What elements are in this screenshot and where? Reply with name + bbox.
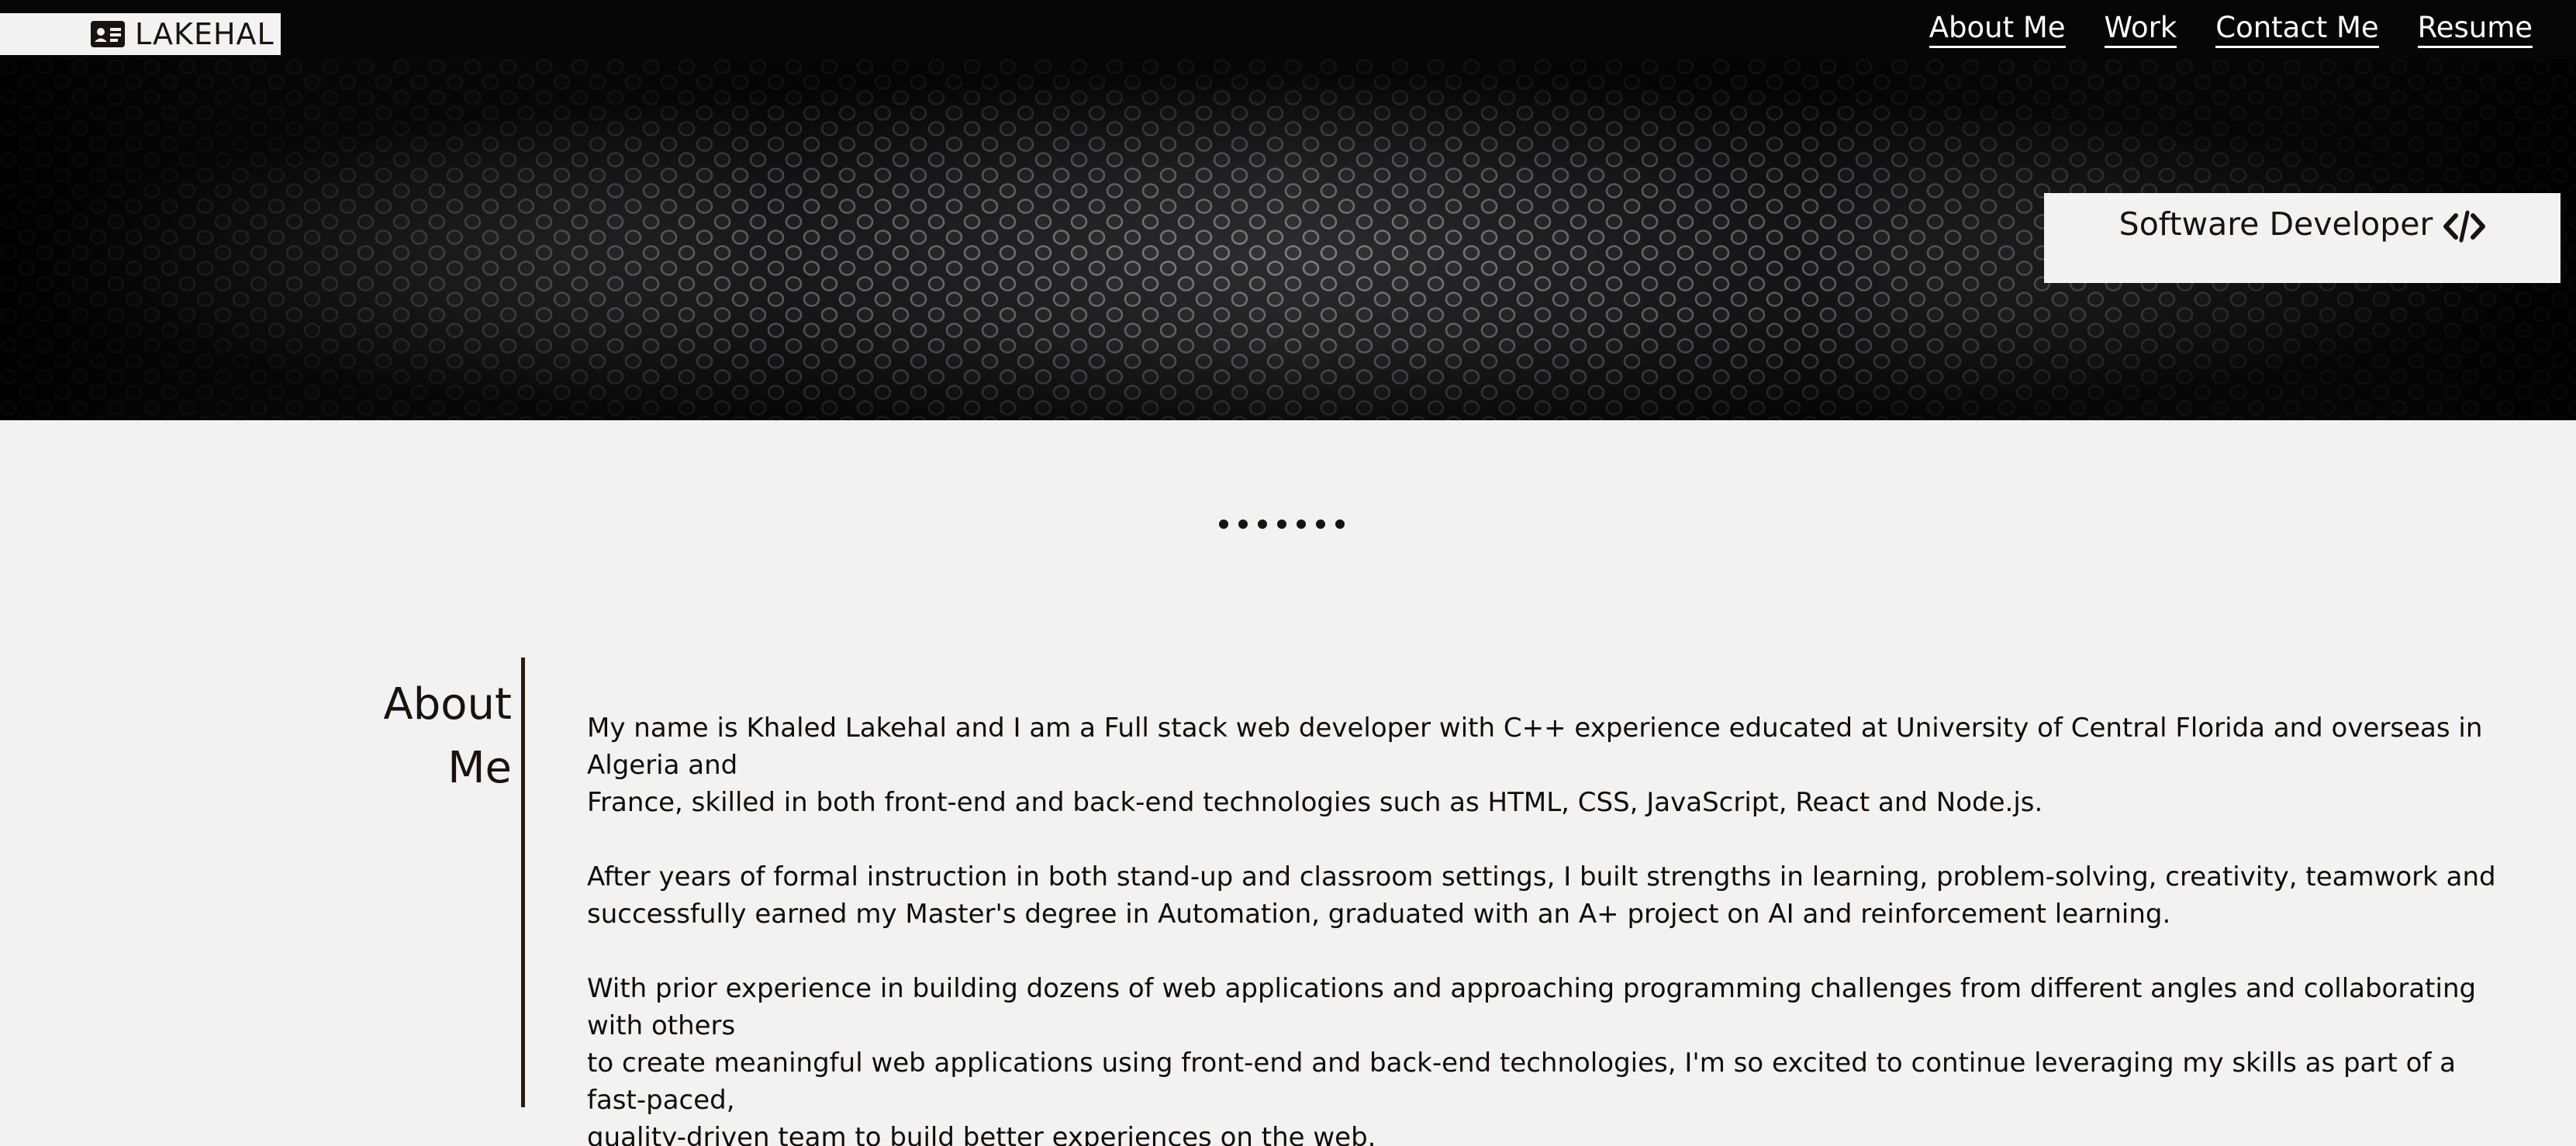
hero-banner: Software Developer <box>0 59 2576 420</box>
code-icon <box>2443 210 2486 243</box>
about-body: My name is Khaled Lakehal and I am a Ful… <box>587 709 2510 1146</box>
brand-name: LAKEHAL <box>135 17 275 51</box>
divider-dot <box>1335 519 1345 529</box>
about-vertical-divider <box>521 658 525 1107</box>
about-heading: About Me <box>383 679 512 793</box>
job-title-text: Software Developer <box>2118 205 2433 243</box>
id-card-icon <box>91 21 125 47</box>
section-divider-dots <box>1219 519 1345 529</box>
nav-link-about-me[interactable]: About Me <box>1929 12 2066 48</box>
nav-link-work[interactable]: Work <box>2104 12 2177 48</box>
job-title-badge: Software Developer <box>2044 193 2560 283</box>
brand-logo[interactable]: LAKEHAL <box>0 13 281 55</box>
about-paragraph: After years of formal instruction in bot… <box>587 861 2496 930</box>
divider-dot <box>1258 519 1267 529</box>
about-paragraph: With prior experience in building dozens… <box>587 973 2477 1146</box>
nav-link-contact-me[interactable]: Contact Me <box>2215 12 2379 48</box>
about-paragraph: My name is Khaled Lakehal and I am a Ful… <box>587 713 2483 818</box>
divider-dot <box>1316 519 1325 529</box>
top-navigation-bar: LAKEHAL About Me Work Contact Me Resume <box>0 0 2576 59</box>
main-nav: About Me Work Contact Me Resume <box>1929 12 2533 48</box>
divider-dot <box>1219 519 1228 529</box>
divider-dot <box>1297 519 1306 529</box>
divider-dot <box>1277 519 1286 529</box>
page: LAKEHAL About Me Work Contact Me Resume <box>0 0 2576 1146</box>
divider-dot <box>1238 519 1248 529</box>
nav-link-resume[interactable]: Resume <box>2417 12 2533 48</box>
